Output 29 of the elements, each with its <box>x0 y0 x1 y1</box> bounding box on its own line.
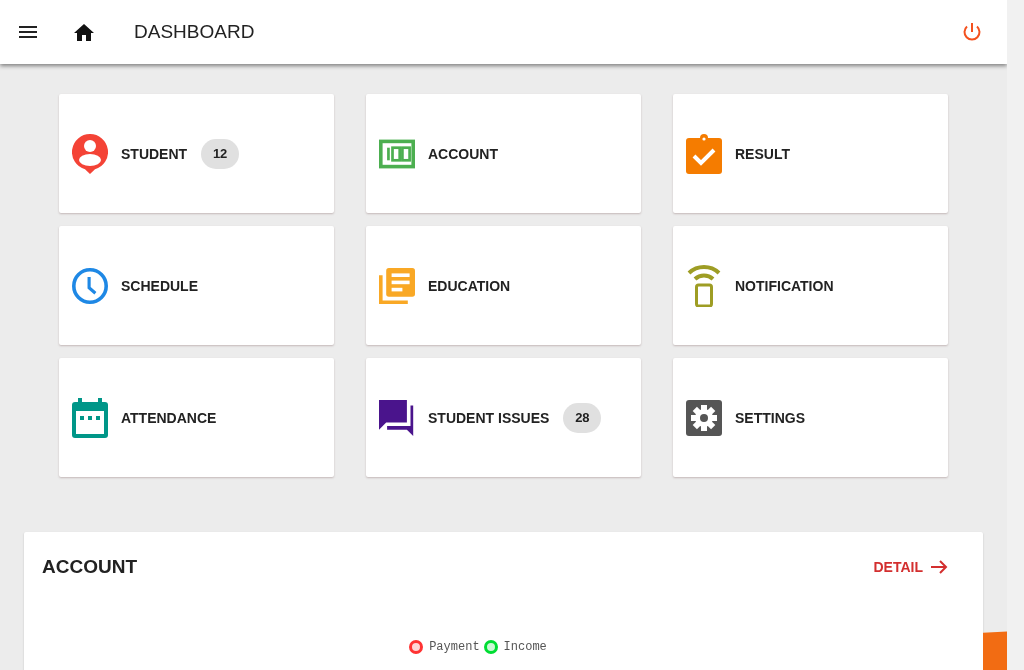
home-icon[interactable] <box>74 23 94 41</box>
dashboard-tile[interactable]: STUDENT ISSUES 28 <box>366 358 641 477</box>
tile-label: STUDENT <box>121 145 188 162</box>
count-badge: 28 <box>563 402 602 433</box>
card-title: ACCOUNT <box>42 556 137 578</box>
tile-label: ACCOUNT <box>428 145 498 162</box>
count-badge: 12 <box>201 138 240 169</box>
tile-label: SETTINGS <box>735 409 805 426</box>
dashboard-tile[interactable]: STUDENT 12 <box>59 94 334 213</box>
dashboard-tile[interactable]: ACCOUNT <box>366 94 641 213</box>
tile-label: RESULT <box>735 145 790 162</box>
tile-label: ATTENDANCE <box>121 409 217 426</box>
page-title: DASHBOARD <box>134 21 255 43</box>
dashboard-tile[interactable]: NOTIFICATION <box>673 226 948 345</box>
power-icon[interactable] <box>962 22 982 42</box>
dashboard-tile[interactable]: EDUCATION <box>366 226 641 345</box>
tile-label: STUDENT ISSUES <box>428 409 550 426</box>
tile-label: EDUCATION <box>428 277 511 294</box>
tile-label: SCHEDULE <box>121 277 198 294</box>
arrow-icon <box>931 560 948 574</box>
dashboard-tile[interactable]: SETTINGS <box>673 358 948 477</box>
legend-label: Income <box>503 640 547 654</box>
dashboard-tile[interactable]: SCHEDULE <box>59 226 334 345</box>
detail-link[interactable]: DETAIL <box>873 559 948 575</box>
legend-label: Payment <box>429 640 480 654</box>
tile-label: NOTIFICATION <box>735 277 834 294</box>
dashboard-tile[interactable]: RESULT <box>673 94 948 213</box>
dashboard-tile[interactable]: ATTENDANCE <box>59 358 334 477</box>
menu-icon[interactable] <box>19 26 37 38</box>
